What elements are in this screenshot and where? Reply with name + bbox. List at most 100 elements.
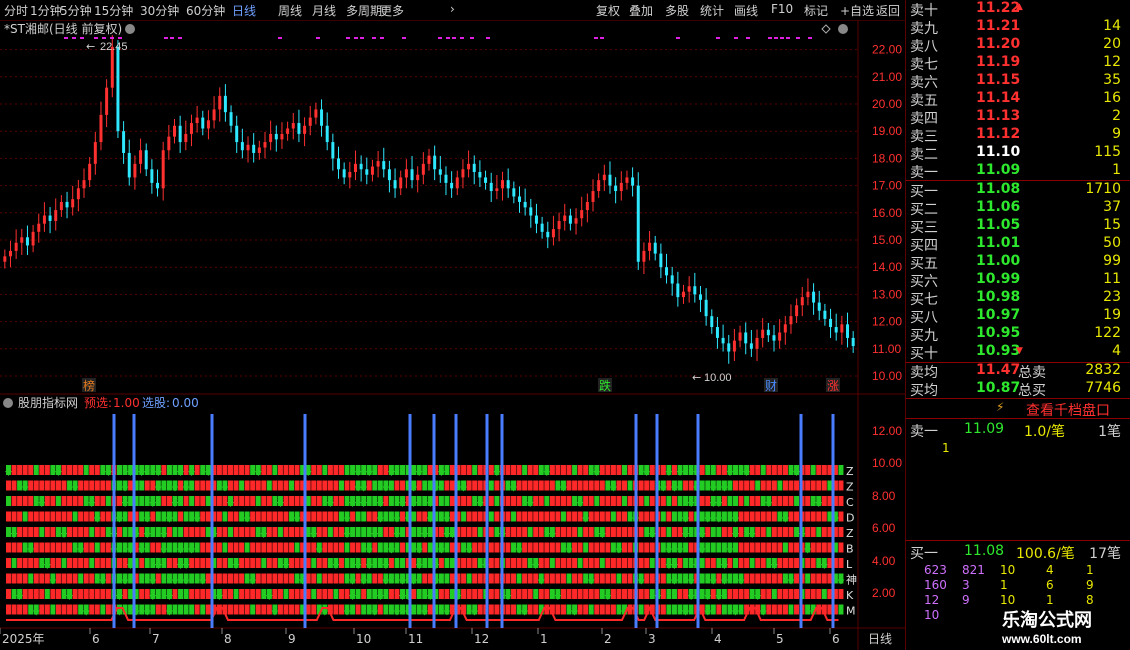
toolbar-action-5[interactable]: F10 — [771, 2, 793, 16]
toolbar-action-3[interactable]: 统计 — [700, 2, 724, 19]
title-dropdown-icon[interactable] — [125, 24, 135, 34]
signal-dot — [716, 37, 720, 39]
period-tab-2[interactable]: 5分钟 — [60, 2, 92, 19]
buy-level[interactable]: 买二 11.06 37 — [906, 199, 1130, 218]
toolbar-action-1[interactable]: 叠加 — [629, 2, 653, 19]
buy-level[interactable]: 买三 11.05 15 — [906, 217, 1130, 236]
toolbar-action-0[interactable]: 复权 — [596, 2, 620, 19]
total-sell-value: 2832 — [1085, 362, 1121, 378]
row-letter: M — [846, 605, 856, 618]
candle-body — [370, 166, 374, 175]
indicator-bar — [100, 558, 106, 568]
toolbar-action-7[interactable]: +自选 — [840, 2, 874, 19]
sell-level[interactable]: 卖八 11.20 20 — [906, 36, 1130, 55]
indicator-bar — [283, 542, 289, 553]
sell-level[interactable]: 卖四 11.13 2 — [906, 108, 1130, 127]
indicator-bar — [316, 465, 322, 475]
candle-body — [557, 220, 561, 230]
signal-dot — [600, 37, 604, 39]
period-tab-1[interactable]: 1分钟 — [30, 2, 62, 19]
depth-link[interactable]: 查看千档盘口 — [1026, 400, 1110, 420]
indicator-bar — [610, 527, 616, 537]
indicator-bar — [805, 558, 811, 568]
row-letter: Z — [846, 527, 854, 540]
period-tab-3[interactable]: 15分钟 — [94, 2, 133, 19]
indicator-bar — [372, 542, 378, 553]
settings-icon[interactable] — [838, 24, 848, 34]
indicator-bar — [122, 589, 128, 599]
price-tick-label: 11.00 — [872, 342, 901, 356]
buy-level[interactable]: 买七 10.98 23 — [906, 289, 1130, 308]
indicator-bar — [505, 573, 511, 584]
indicator-bar — [438, 589, 444, 599]
indicator-bar — [566, 573, 572, 584]
period-tab-10[interactable]: 更多 — [380, 2, 404, 19]
sell-level[interactable]: 卖七 11.19 12 — [906, 54, 1130, 73]
level-label: 卖一 — [910, 165, 938, 181]
indicator-bar — [94, 542, 100, 553]
kline-chart[interactable]: 22.0021.0020.0019.0018.0017.0016.0015.00… — [0, 20, 905, 650]
buy-level[interactable]: 买八 10.97 19 — [906, 307, 1130, 326]
indicator-bar — [760, 558, 766, 568]
candle-body — [331, 142, 335, 159]
indicator-bar — [816, 589, 822, 599]
sell-level[interactable]: 卖五 11.14 16 — [906, 90, 1130, 109]
indicator-bar — [466, 558, 472, 568]
toolbar-action-2[interactable]: 多股 — [665, 2, 689, 19]
level-volume: 99 — [1103, 253, 1121, 269]
buy-level[interactable]: 买六 10.99 11 — [906, 271, 1130, 290]
period-tab-7[interactable]: 周线 — [278, 2, 302, 19]
level-label: 买四 — [910, 238, 938, 254]
indicator-bar — [144, 465, 150, 475]
buy-level[interactable]: 买九 10.95 122 — [906, 325, 1130, 344]
diamond-icon[interactable] — [821, 24, 831, 34]
buy-level[interactable]: 买五 11.00 99 — [906, 253, 1130, 272]
indicator-bar — [444, 542, 450, 553]
period-tab-0[interactable]: 分时 — [4, 2, 28, 19]
period-tab-6[interactable]: 日线 — [232, 2, 256, 19]
candle-body — [517, 196, 521, 202]
candle-body — [20, 237, 24, 243]
indicator-bar — [605, 527, 611, 537]
indicator-dropdown-icon[interactable] — [3, 398, 13, 408]
buy-level[interactable]: 买一 11.08 1710 — [906, 181, 1130, 200]
indicator-bar — [139, 604, 145, 615]
down-triangle-icon: ▼ — [1016, 346, 1023, 356]
toolbar-action-8[interactable]: 返回 — [876, 2, 900, 19]
indicator-bar — [139, 527, 145, 537]
indicator-bar — [749, 604, 755, 615]
candle-body — [297, 123, 301, 134]
period-tab-8[interactable]: 月线 — [312, 2, 336, 19]
sell-level[interactable]: 卖九 11.21 14 — [906, 18, 1130, 37]
indicator-bar — [222, 511, 228, 522]
sell-level[interactable]: 卖一 11.09 1 — [906, 162, 1130, 181]
level-label: 卖十 — [910, 3, 938, 19]
indicator-bar — [538, 496, 544, 506]
indicator-bar — [150, 465, 156, 475]
period-tab-9[interactable]: 多周期 — [346, 2, 382, 19]
indicator-bar — [44, 480, 50, 491]
indicator-bar — [344, 542, 350, 553]
level-label: 卖五 — [910, 93, 938, 109]
indicator-bar — [560, 465, 566, 475]
indicator-bar — [505, 465, 511, 475]
sell-level[interactable]: 卖二 11.10 115 — [906, 144, 1130, 163]
toolbar-action-4[interactable]: 画线 — [734, 2, 758, 19]
candle-body — [325, 125, 329, 143]
sell-level[interactable]: 卖三 11.12 9 — [906, 126, 1130, 145]
period-tab-5[interactable]: 60分钟 — [186, 2, 225, 19]
more-chevron-icon[interactable]: › — [450, 2, 455, 16]
indicator-bar — [172, 604, 178, 615]
indicator-bar — [94, 465, 100, 475]
period-tab-4[interactable]: 30分钟 — [140, 2, 179, 19]
indicator-bar — [705, 496, 711, 506]
book-divider — [906, 540, 1130, 541]
indicator-bar — [261, 496, 267, 506]
buy-level[interactable]: 买四 11.01 50 — [906, 235, 1130, 254]
indicator-bar — [766, 542, 772, 553]
indicator-bar — [649, 558, 655, 568]
toolbar-action-6[interactable]: 标记 — [804, 2, 828, 19]
sell-level[interactable]: 卖六 11.15 35 — [906, 72, 1130, 91]
indicator-bar — [744, 511, 750, 522]
indicator-bar — [572, 542, 578, 553]
